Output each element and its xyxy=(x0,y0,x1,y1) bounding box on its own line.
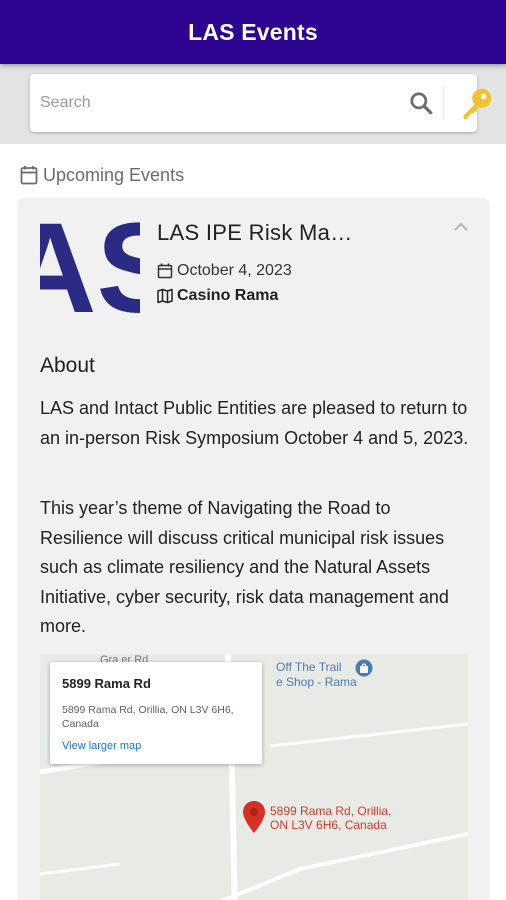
event-map[interactable]: Gra er Rd Off The Trail e Shop - Rama 58… xyxy=(40,654,468,900)
search-bar-area xyxy=(0,64,506,144)
event-venue-row: Casino Rama xyxy=(157,287,278,305)
shopping-bag-icon xyxy=(355,659,373,677)
map-info-card: 5899 Rama Rd 5899 Rama Rd, Orillia, ON L… xyxy=(50,662,262,764)
section-header-upcoming: Upcoming Events xyxy=(20,163,184,187)
search-divider xyxy=(443,86,444,120)
search-icon[interactable] xyxy=(408,90,434,116)
view-larger-map-link[interactable]: View larger map xyxy=(62,740,141,752)
map-info-address: 5899 Rama Rd, Orillia, ON L3V 6H6, Canad… xyxy=(62,704,234,730)
search-box xyxy=(30,74,492,132)
logo-text: AS xyxy=(40,216,140,316)
search-input[interactable] xyxy=(40,88,360,118)
event-date-row: October 4, 2023 xyxy=(157,262,292,280)
chevron-up-icon[interactable] xyxy=(452,220,470,232)
map-pin-icon[interactable] xyxy=(242,800,266,834)
event-venue: Casino Rama xyxy=(177,287,279,304)
map-pin-label: 5899 Rama Rd, Orillia, ON L3V 6H6, Canad… xyxy=(270,804,392,832)
map-poi-label[interactable]: Off The Trail e Shop - Rama xyxy=(276,660,357,690)
calendar-icon xyxy=(20,166,38,185)
map-info-title: 5899 Rama Rd xyxy=(62,676,151,691)
event-logo: AS xyxy=(40,216,140,316)
event-card[interactable]: AS LAS IPE Risk Ma… October 4, 2023 Casi… xyxy=(18,198,489,900)
about-heading: About xyxy=(40,354,95,377)
event-date: October 4, 2023 xyxy=(177,262,292,279)
about-paragraph-1: LAS and Intact Public Entities are pleas… xyxy=(40,398,469,448)
calendar-icon xyxy=(157,263,173,279)
about-paragraph-2: This year’s theme of Navigating the Road… xyxy=(40,498,449,636)
map-icon xyxy=(157,288,173,304)
event-title[interactable]: LAS IPE Risk Ma… xyxy=(157,220,353,246)
app-title: LAS Events xyxy=(188,18,318,45)
section-label: Upcoming Events xyxy=(43,164,185,185)
app-bar: LAS Events xyxy=(0,0,506,64)
key-icon[interactable] xyxy=(458,85,496,123)
